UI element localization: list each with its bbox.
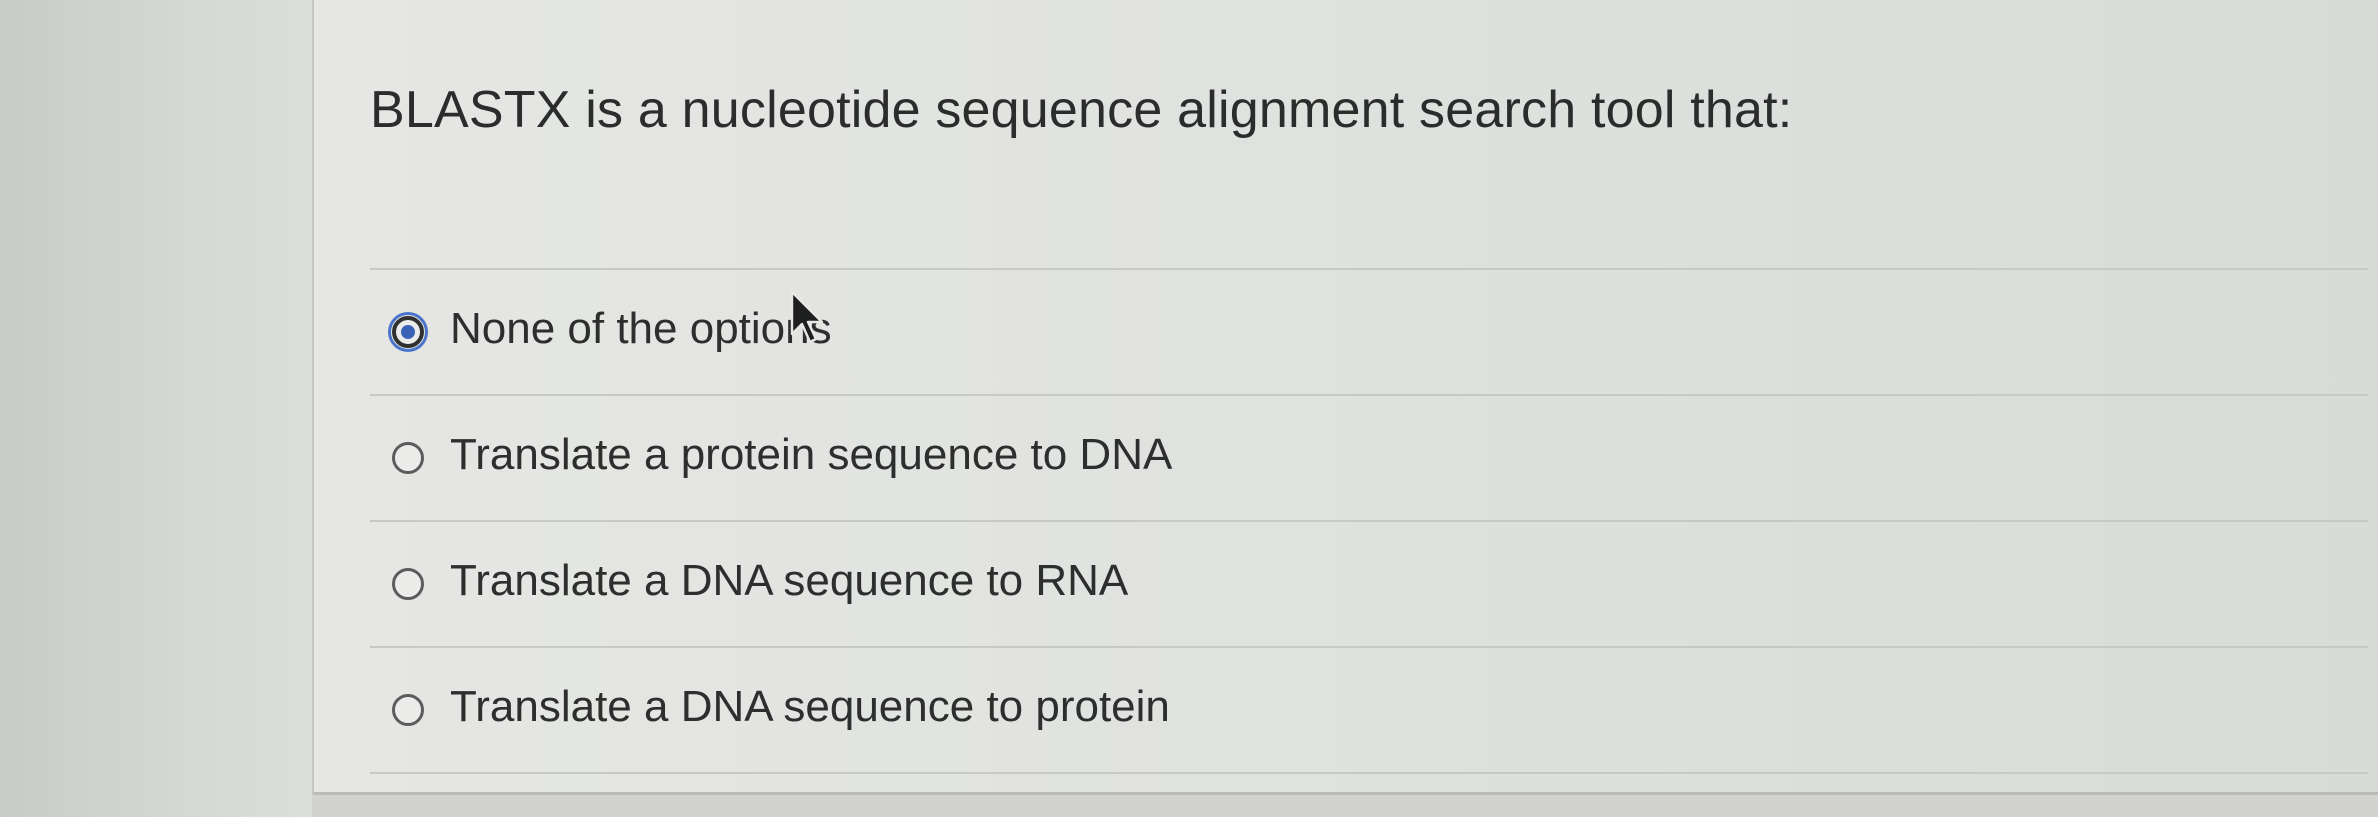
option-protein-to-dna[interactable]: Translate a protein sequence to DNA — [370, 396, 2368, 522]
radio-button[interactable] — [392, 694, 424, 726]
mouse-pointer-icon — [790, 290, 824, 344]
option-dna-to-rna[interactable]: Translate a DNA sequence to RNA — [370, 522, 2368, 648]
question-text: BLASTX is a nucleotide sequence alignmen… — [370, 81, 1793, 139]
left-gutter — [0, 0, 312, 817]
radio-button[interactable] — [392, 442, 424, 474]
option-label[interactable]: None of the options — [450, 304, 832, 354]
option-dna-to-protein[interactable]: Translate a DNA sequence to protein — [370, 648, 2368, 774]
radio-button-selected[interactable] — [388, 312, 428, 352]
option-label[interactable]: Translate a DNA sequence to protein — [450, 682, 1170, 732]
question-card: BLASTX is a nucleotide sequence alignmen… — [312, 0, 2378, 795]
option-label[interactable]: Translate a DNA sequence to RNA — [450, 556, 1128, 606]
option-none-of-the-options[interactable]: None of the options — [370, 270, 2368, 396]
radio-button[interactable] — [392, 568, 424, 600]
answer-options: None of the options Translate a protein … — [370, 268, 2368, 774]
option-label[interactable]: Translate a protein sequence to DNA — [450, 430, 1172, 480]
